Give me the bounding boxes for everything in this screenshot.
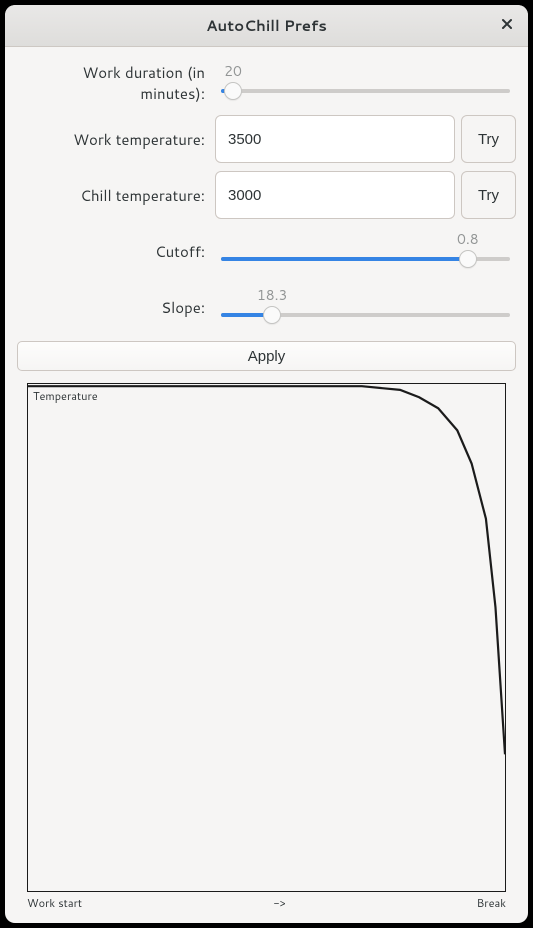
chill-temp-row: Chill temperature: Try bbox=[17, 171, 516, 219]
slope-row: Slope: 18.3 bbox=[17, 283, 516, 331]
chart-area: Temperature Work start -> Break bbox=[5, 371, 528, 923]
work-temp-input[interactable] bbox=[215, 115, 455, 163]
chill-temp-try-button[interactable]: Try bbox=[461, 171, 516, 219]
window-title: AutoChill Prefs bbox=[206, 15, 327, 36]
chill-temp-label: Chill temperature: bbox=[17, 185, 215, 206]
work-duration-row: Work duration (in minutes): 20 bbox=[17, 59, 516, 107]
cutoff-label: Cutoff: bbox=[17, 241, 215, 262]
chart-xlabel-start: Work start bbox=[27, 895, 82, 911]
slider-thumb[interactable] bbox=[263, 306, 281, 324]
work-temp-try-button[interactable]: Try bbox=[461, 115, 516, 163]
content-area: Work duration (in minutes): 20 Work temp… bbox=[5, 47, 528, 335]
apply-button[interactable]: Apply bbox=[17, 341, 516, 371]
chart-xlabel-mid: -> bbox=[273, 895, 285, 911]
work-temp-row: Work temperature: Try bbox=[17, 115, 516, 163]
chill-temp-input[interactable] bbox=[215, 171, 455, 219]
slider-thumb[interactable] bbox=[459, 250, 477, 268]
cutoff-row: Cutoff: 0.8 bbox=[17, 227, 516, 275]
cutoff-value: 0.8 bbox=[457, 229, 479, 249]
close-icon bbox=[501, 17, 513, 35]
slope-value: 18.3 bbox=[257, 285, 288, 305]
slope-slider[interactable]: 18.3 bbox=[215, 283, 516, 331]
work-duration-label: Work duration (in minutes): bbox=[17, 62, 215, 104]
work-duration-slider[interactable]: 20 bbox=[215, 59, 516, 107]
slope-label: Slope: bbox=[17, 297, 215, 318]
work-duration-value: 20 bbox=[224, 61, 242, 81]
chart-xlabel-end: Break bbox=[477, 895, 506, 911]
temperature-chart: Temperature bbox=[27, 383, 506, 892]
titlebar: AutoChill Prefs bbox=[5, 5, 528, 47]
chart-curve bbox=[28, 384, 505, 891]
work-temp-label: Work temperature: bbox=[17, 129, 215, 150]
prefs-window: AutoChill Prefs Work duration (in minute… bbox=[5, 5, 528, 923]
slider-thumb[interactable] bbox=[224, 82, 242, 100]
cutoff-slider[interactable]: 0.8 bbox=[215, 227, 516, 275]
chart-xaxis: Work start -> Break bbox=[27, 892, 506, 923]
close-button[interactable] bbox=[494, 13, 520, 39]
